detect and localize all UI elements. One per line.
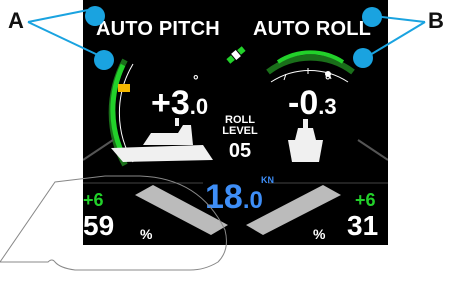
satellite-icon [226,46,246,64]
left-trim-value: 59 [83,210,115,241]
pitch-title: AUTO PITCH [96,18,220,40]
boat-side-icon [111,118,213,162]
speed-value: 18.0 [205,178,263,217]
display-screen: AUTO PITCH AUTO ROLL +3.0 ° -0.3 ° ROLL … [83,0,388,245]
callout-label-a: A [8,8,24,33]
roll-level-label-2: LEVEL [222,125,258,137]
pitch-indicator [118,84,130,92]
pitch-degree: ° [193,72,199,88]
right-trim-delta: +6 [355,190,376,210]
roll-level-value: 05 [228,140,252,162]
roll-value-int: -0 [288,84,319,122]
pitch-value-dec: .0 [189,94,209,119]
roll-value-dec: .3 [318,94,337,119]
right-trim-unit: % [313,226,326,242]
roll-degree: ° [325,72,331,88]
speed-dec: .0 [242,187,263,214]
speed-unit: KN [261,175,274,185]
callout-label-b: B [428,8,444,33]
speed-int: 18 [205,178,243,216]
left-trim-delta: +6 [83,190,104,210]
roll-value: -0.3 [288,86,337,124]
pitch-value-int: +3 [151,84,190,122]
right-trim-value: 31 [347,210,379,241]
left-trim-unit: % [140,226,153,242]
roll-title: AUTO ROLL [253,18,372,40]
pitch-value: +3.0 [151,86,208,124]
boat-rear-icon [288,119,323,162]
